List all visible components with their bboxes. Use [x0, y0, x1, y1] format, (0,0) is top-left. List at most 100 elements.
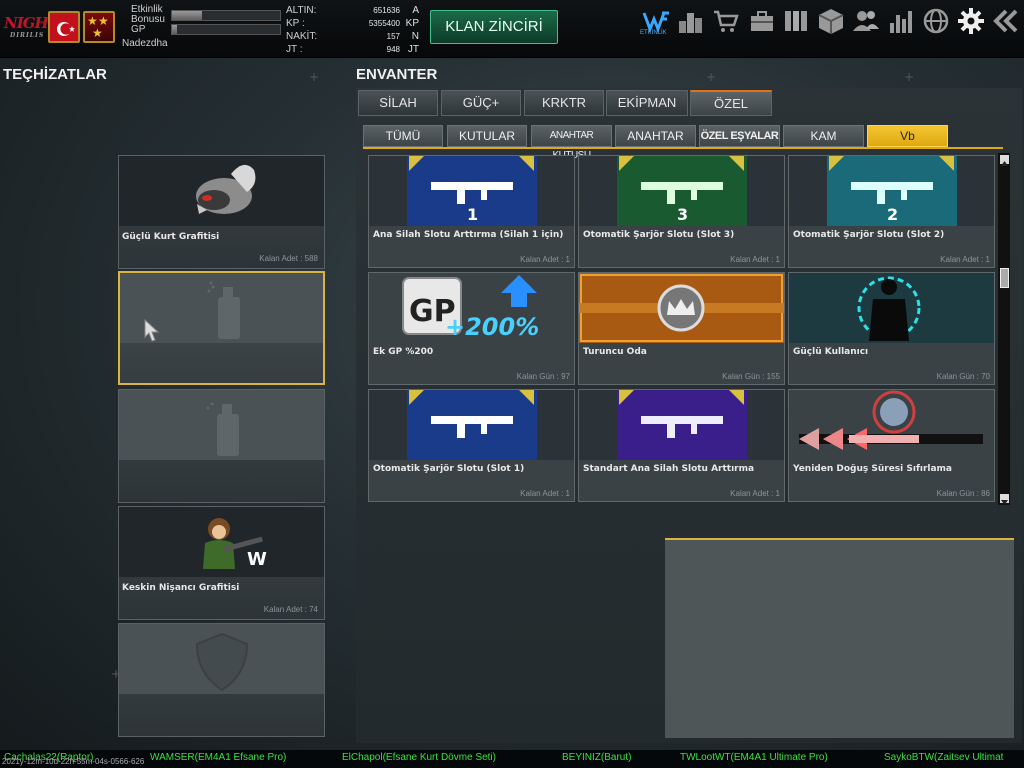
- event-bonus-fill: [172, 11, 203, 20]
- subtab-key-box[interactable]: ANAHTAR KUTUSU: [531, 125, 612, 161]
- item-name: Otomatik Şarjör Slotu (Slot 2): [793, 230, 945, 240]
- clan-chain-button[interactable]: KLAN ZİNCİRİ: [430, 10, 558, 44]
- currency-unit: N: [411, 31, 419, 42]
- spray-can-placeholder: [119, 390, 324, 460]
- equipment-name: Güçlü Kurt Grafitisi: [122, 232, 220, 242]
- stats-icon[interactable]: [887, 7, 915, 35]
- logo-subtext: DIRILIS: [10, 32, 45, 39]
- currency-value: 157: [386, 32, 400, 41]
- back-icon[interactable]: [992, 7, 1020, 35]
- users-icon[interactable]: [852, 7, 880, 35]
- inventory-card[interactable]: Otomatik Şarjör Slotu (Slot 1) Kalan Ade…: [368, 389, 575, 502]
- equipment-title: TEÇHİZATLAR: [3, 66, 107, 83]
- shield-placeholder-icon: [119, 624, 324, 694]
- item-qty: Kalan Gün : 70: [936, 372, 990, 381]
- item-qty: Kalan Adet : 1: [730, 255, 780, 264]
- currency-name: ALTIN:: [286, 5, 317, 16]
- ticker-item: BEYINIZ(Barut): [562, 752, 632, 763]
- inventory-card[interactable]: 3 Otomatik Şarjör Slotu (Slot 3) Kalan A…: [578, 155, 785, 268]
- currency-value: 948: [386, 45, 400, 54]
- inventory-card[interactable]: Güçlü Kullanıcı Kalan Gün : 70: [788, 272, 995, 385]
- scroll-up-icon[interactable]: [1000, 155, 1009, 166]
- subtab-camo[interactable]: KAM: [783, 125, 864, 147]
- item-name: Otomatik Şarjör Slotu (Slot 1): [373, 464, 525, 474]
- equipment-slot[interactable]: [118, 623, 325, 737]
- inventory-card[interactable]: GP +200% Ek GP %200 Kalan Gün : 97: [368, 272, 575, 385]
- mag-slot-art: 3: [579, 156, 784, 226]
- game-logo: NIGHT DIRILIS: [4, 14, 59, 42]
- tab-weapon[interactable]: SİLAH: [358, 90, 438, 116]
- turkey-flag-icon[interactable]: [48, 11, 80, 43]
- inventory-card[interactable]: Turuncu Oda Kalan Gün : 155: [578, 272, 785, 385]
- plus-marker: +: [706, 70, 717, 84]
- gp-fill: [172, 25, 178, 34]
- subtab-special-items[interactable]: ÖZEL EŞYALAR: [699, 125, 780, 147]
- inventory-card[interactable]: 1 Ana Silah Slotu Arttırma (Silah 1 için…: [368, 155, 575, 268]
- inventory-card[interactable]: Yeniden Doğuş Süresi Sıfırlama Kalan Gün…: [788, 389, 995, 502]
- event-icon-label: ETKİNLİK: [640, 30, 667, 36]
- rank-badge-icon[interactable]: ★ ★ ★: [83, 11, 115, 43]
- gp-bar: [171, 24, 281, 35]
- shop-cart-icon[interactable]: [712, 7, 740, 35]
- respawn-reset-art: [789, 390, 994, 460]
- subtab-key[interactable]: ANAHTAR: [615, 125, 696, 147]
- ranking-icon[interactable]: [677, 7, 705, 35]
- currency-name: KP :: [286, 18, 305, 29]
- item-qty: Kalan Gün : 86: [936, 489, 990, 498]
- inventory-card[interactable]: Standart Ana Silah Slotu Arttırma Kalan …: [578, 389, 785, 502]
- inventory-card[interactable]: 2 Otomatik Şarjör Slotu (Slot 2) Kalan A…: [788, 155, 995, 268]
- tab-equipment[interactable]: EKİPMAN: [606, 90, 688, 116]
- equipment-slot[interactable]: Güçlü Kurt Grafitisi Kalan Adet : 588: [118, 155, 325, 269]
- item-name: Yeniden Doğuş Süresi Sıfırlama: [793, 464, 952, 474]
- equipment-qty: Kalan Adet : 588: [259, 254, 318, 263]
- settings-icon[interactable]: [957, 7, 985, 35]
- news-ticker: Cachalas22(Raptor) WAMSER(EM4A1 Efsane P…: [0, 750, 1024, 768]
- card-badge: +200%: [445, 313, 539, 341]
- currency-value: 5355400: [368, 19, 400, 28]
- inventory-title: ENVANTER: [356, 66, 438, 83]
- equipment-slot-selected[interactable]: [118, 271, 325, 385]
- currency-value: 651636: [373, 6, 400, 15]
- event-bonus-label: Etkinlik Bonusu: [131, 4, 165, 25]
- svg-text:W: W: [247, 549, 267, 570]
- equipment-name: Keskin Nişancı Grafitisi: [122, 583, 240, 593]
- gp-boost-art: GP +200%: [369, 273, 574, 343]
- globe-icon[interactable]: [922, 7, 950, 35]
- card-badge: 2: [887, 205, 898, 224]
- subtab-boxes[interactable]: KUTULAR: [447, 125, 527, 147]
- subtab-all[interactable]: TÜMÜ: [363, 125, 443, 147]
- tab-special[interactable]: ÖZEL: [690, 90, 772, 116]
- tab-character[interactable]: KRKTR: [524, 90, 604, 116]
- weapon-slot-art: 1: [369, 156, 574, 226]
- mouse-cursor-icon: [144, 318, 160, 348]
- ticker-item: SaykoBTW(Zaitsev Ultimat: [884, 752, 1004, 763]
- scroll-down-icon[interactable]: [1000, 494, 1009, 505]
- event-bonus-bar: [171, 10, 281, 21]
- currency-cash: NAKİT: 157 N: [284, 31, 422, 43]
- equipment-slot[interactable]: W Keskin Nişancı Grafitisi Kalan Adet : …: [118, 506, 325, 620]
- item-name: Ana Silah Slotu Arttırma (Silah 1 için): [373, 230, 564, 240]
- ticker-item: WAMSER(EM4A1 Efsane Pro): [150, 752, 287, 763]
- equipment-slot[interactable]: [118, 389, 325, 503]
- gp-label: GP: [131, 24, 146, 35]
- item-name: Otomatik Şarjör Slotu (Slot 3): [583, 230, 735, 240]
- inventory-scrollbar[interactable]: [998, 153, 1010, 505]
- currency-panel: ALTIN: 651636 A KP : 5355400 KP NAKİT: 1…: [284, 5, 422, 55]
- weapon-slot-art: [579, 390, 784, 460]
- card-badge: 3: [677, 205, 688, 224]
- subtab-misc[interactable]: Vb: [867, 125, 948, 147]
- item-qty: Kalan Adet : 1: [940, 255, 990, 264]
- item-qty: Kalan Gün : 97: [516, 372, 570, 381]
- currency-name: JT :: [286, 44, 303, 55]
- currency-unit: A: [412, 5, 419, 16]
- cards-icon[interactable]: [782, 7, 810, 35]
- item-name: Standart Ana Silah Slotu Arttırma: [583, 464, 755, 474]
- scroll-thumb[interactable]: [1000, 268, 1009, 288]
- briefcase-icon[interactable]: [748, 7, 776, 35]
- timestamp: 2021y-12m-10d-22h-55m-04s-0566-626: [2, 757, 145, 766]
- tab-power[interactable]: GÜÇ+: [441, 90, 521, 116]
- power-user-art: [789, 273, 994, 343]
- box-icon[interactable]: [817, 7, 845, 35]
- item-qty: Kalan Gün : 155: [722, 372, 780, 381]
- item-name: Turuncu Oda: [583, 347, 647, 357]
